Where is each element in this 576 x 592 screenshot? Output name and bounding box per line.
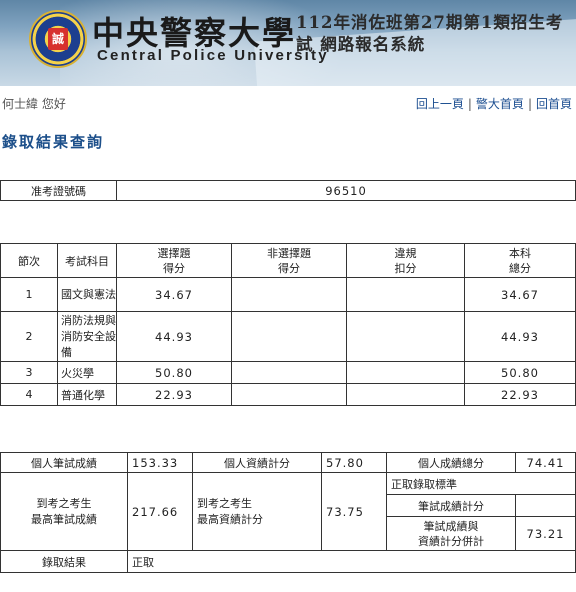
choice-score-cell: 44.93: [116, 311, 232, 362]
subject-cell: 國文與憲法: [57, 277, 117, 312]
admission-ticket-table: 准考證號碼 96510: [0, 180, 576, 201]
subject-cell: 普通化學: [57, 383, 117, 406]
user-greeting: 何士緯 您好: [2, 97, 66, 111]
period-cell: 1: [0, 277, 58, 312]
back-link[interactable]: 回上一頁: [416, 97, 464, 111]
nonchoice-score-cell: [231, 277, 347, 312]
choice-score-cell: 50.80: [116, 361, 232, 384]
home-link[interactable]: 回首頁: [536, 97, 572, 111]
table-row: 2 消防法規與消防安全設備 44.93 44.93: [0, 311, 576, 362]
admission-standard-label: 正取錄取標準: [386, 472, 576, 495]
written-score-value: 153.33: [127, 452, 193, 473]
score-table-header: 節次 考試科目 選擇題 得分 非選擇題 得分 違規 扣分 本科 總分: [0, 243, 576, 278]
subject-cell: 消防法規與消防安全設備: [57, 311, 117, 362]
subject-total-cell: 34.67: [464, 277, 576, 312]
total-score-label: 個人成績總分: [386, 452, 516, 473]
summary-table: 個人筆試成績 153.33 個人資績計分 57.80 個人成績總分 74.41 …: [0, 452, 576, 573]
summary-row-max: 到考之考生 最高筆試成績 217.66 到考之考生 最高資績計分 73.75 正…: [0, 472, 576, 551]
nav-separator: |: [527, 97, 532, 111]
max-credential-value: 73.75: [321, 472, 387, 551]
cpu-home-link[interactable]: 警大首頁: [476, 97, 524, 111]
police-badge-logo: 誠: [29, 10, 87, 68]
admission-ticket-value: 96510: [116, 180, 576, 201]
badge-emblem: 誠: [48, 28, 68, 50]
penalty-cell: [346, 277, 465, 312]
summary-row-personal: 個人筆試成績 153.33 個人資績計分 57.80 個人成績總分 74.41: [0, 452, 576, 473]
period-cell: 3: [0, 361, 58, 384]
max-written-label: 到考之考生 最高筆試成績: [0, 472, 128, 551]
max-credential-label: 到考之考生 最高資績計分: [192, 472, 322, 551]
header-penalty: 違規 扣分: [346, 243, 465, 278]
admission-result-value: 正取: [127, 550, 576, 573]
standard-written-label: 筆試成績計分: [386, 494, 516, 517]
page-title: 錄取結果查詢: [2, 133, 105, 151]
table-row: 1 國文與憲法 34.67 34.67: [0, 277, 576, 312]
choice-score-cell: 34.67: [116, 277, 232, 312]
period-cell: 2: [0, 311, 58, 362]
choice-score-cell: 22.93: [116, 383, 232, 406]
penalty-cell: [346, 311, 465, 362]
period-cell: 4: [0, 383, 58, 406]
nonchoice-score-cell: [231, 361, 347, 384]
admission-result-label: 錄取結果: [0, 550, 128, 573]
subject-total-cell: 22.93: [464, 383, 576, 406]
subject-total-cell: 44.93: [464, 311, 576, 362]
header-banner: 誠 中央警察大學 Central Police University 112年消…: [0, 0, 576, 86]
standard-combined-value: 73.21: [515, 516, 576, 551]
school-name-english: Central Police University: [97, 47, 329, 64]
total-score-value: 74.41: [515, 452, 576, 473]
standard-written-value: [515, 494, 576, 517]
penalty-cell: [346, 361, 465, 384]
header-subject-total: 本科 總分: [464, 243, 576, 278]
top-nav-links: 回上一頁 | 警大首頁 | 回首頁: [416, 95, 572, 112]
summary-row-result: 錄取結果 正取: [0, 550, 576, 573]
table-row: 3 火災學 50.80 50.80: [0, 361, 576, 384]
credential-score-value: 57.80: [321, 452, 387, 473]
header-nonchoice-score: 非選擇題 得分: [231, 243, 347, 278]
admission-ticket-label: 准考證號碼: [0, 180, 117, 201]
table-row: 4 普通化學 22.93 22.93: [0, 383, 576, 406]
nonchoice-score-cell: [231, 383, 347, 406]
score-table: 節次 考試科目 選擇題 得分 非選擇題 得分 違規 扣分 本科 總分 1 國文與…: [0, 243, 576, 406]
subject-total-cell: 50.80: [464, 361, 576, 384]
max-written-value: 217.66: [127, 472, 193, 551]
credential-score-label: 個人資績計分: [192, 452, 322, 473]
nonchoice-score-cell: [231, 311, 347, 362]
system-title: 112年消佐班第27期第1類招生考試 網路報名系統: [296, 13, 564, 54]
standard-combined-label: 筆試成績與 資績計分併計: [386, 516, 516, 551]
penalty-cell: [346, 383, 465, 406]
written-score-label: 個人筆試成績: [0, 452, 128, 473]
header-subject: 考試科目: [57, 243, 117, 278]
header-period: 節次: [0, 243, 58, 278]
subject-cell: 火災學: [57, 361, 117, 384]
nav-separator: |: [467, 97, 472, 111]
header-choice-score: 選擇題 得分: [116, 243, 232, 278]
